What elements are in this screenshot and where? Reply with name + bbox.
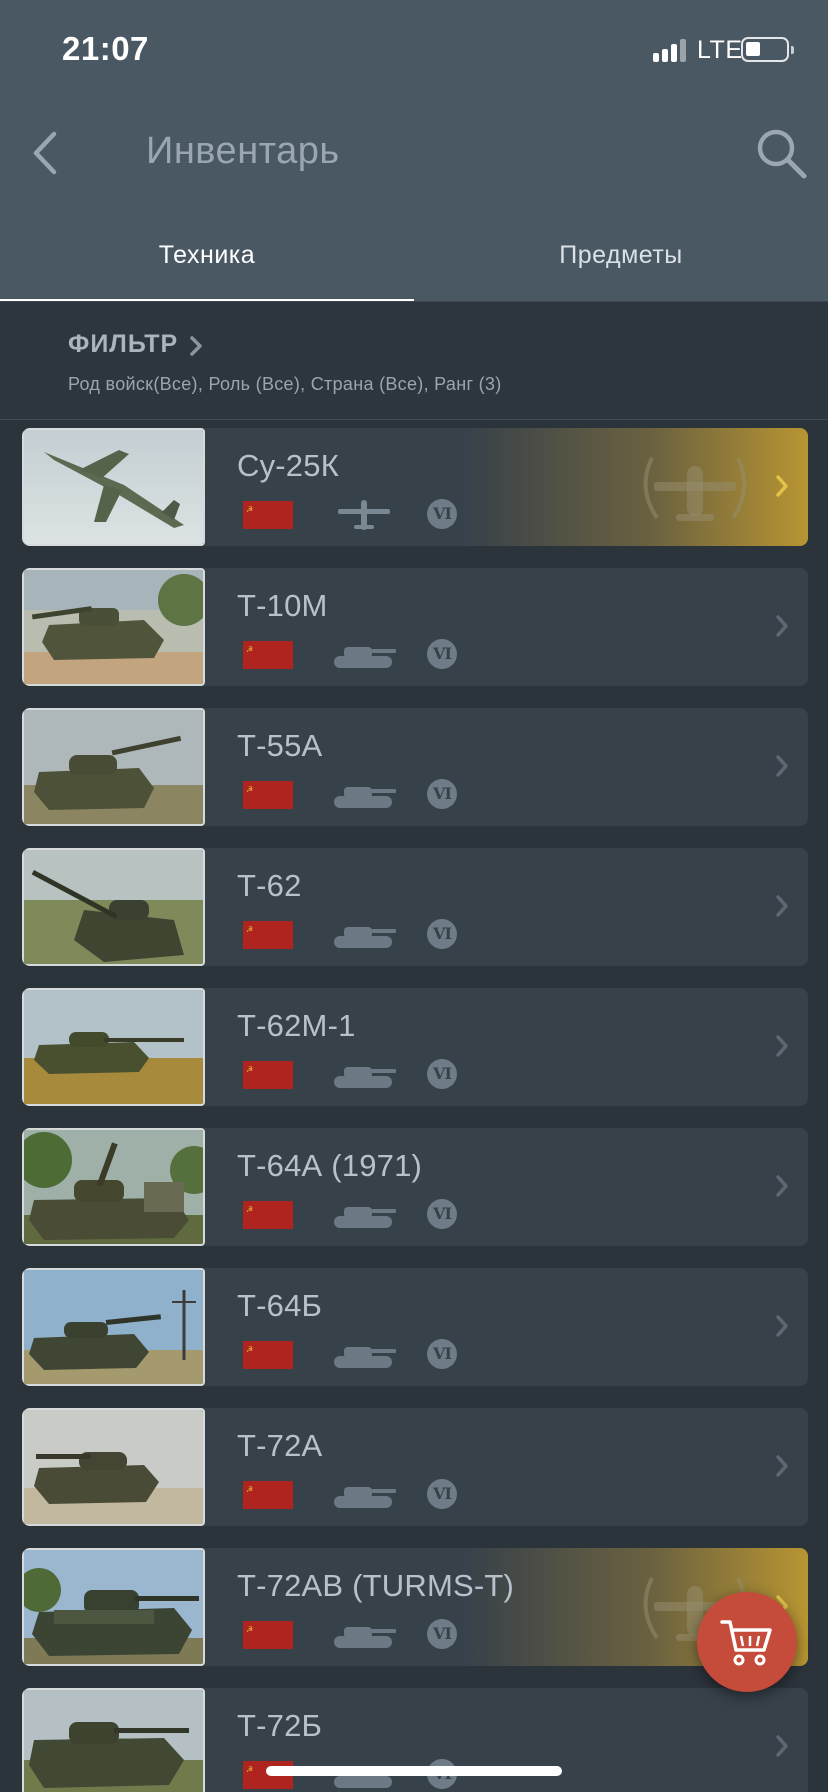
ussr-flag-icon: ☭ — [243, 921, 293, 949]
chevron-right-icon — [776, 755, 788, 777]
chevron-right-icon — [776, 1455, 788, 1477]
vehicle-thumbnail — [22, 1268, 205, 1386]
premium-laurel-icon — [643, 457, 747, 521]
tank-icon — [334, 927, 396, 948]
vehicle-name: Т-10М — [237, 588, 328, 623]
ussr-flag-icon: ☭ — [243, 1341, 293, 1369]
svg-text:☭: ☭ — [246, 1485, 253, 1494]
vehicle-card[interactable]: Т-64Б ☭ VI — [22, 1268, 808, 1386]
search-icon — [757, 129, 807, 179]
vehicle-card[interactable]: Т-72Б ☭ VI — [22, 1688, 808, 1792]
vehicle-name: Су-25К — [237, 448, 339, 483]
ussr-flag-icon: ☭ — [243, 1481, 293, 1509]
home-indicator — [266, 1766, 562, 1776]
cart-button[interactable] — [697, 1592, 797, 1692]
aircraft-icon — [338, 500, 390, 530]
tank-icon — [334, 1487, 396, 1508]
svg-text:☭: ☭ — [246, 1205, 253, 1214]
svg-text:☭: ☭ — [246, 785, 253, 794]
back-button[interactable] — [24, 124, 68, 182]
rank-badge: VI — [427, 1059, 457, 1089]
svg-text:☭: ☭ — [246, 1765, 253, 1774]
rank-badge: VI — [427, 499, 457, 529]
vehicle-thumbnail — [22, 568, 205, 686]
vehicle-thumbnail — [22, 708, 205, 826]
chevron-right-icon — [190, 336, 202, 356]
tank-icon — [334, 1207, 396, 1228]
vehicle-name: Т-72АВ (TURMS-T) — [237, 1568, 515, 1603]
vehicle-name: Т-72А — [237, 1428, 323, 1463]
vehicle-card[interactable]: Т-55А ☭ VI — [22, 708, 808, 826]
tank-icon — [334, 647, 396, 668]
signal-strength-icon — [653, 38, 687, 62]
svg-text:☭: ☭ — [246, 645, 253, 654]
vehicle-name: Т-64А (1971) — [237, 1148, 423, 1183]
chevron-right-icon — [776, 1175, 788, 1197]
vehicle-thumbnail — [22, 848, 205, 966]
filter-section[interactable]: ФИЛЬТР Род войск(Все), Роль (Все), Стран… — [0, 302, 828, 420]
filter-title: ФИЛЬТР — [68, 330, 179, 358]
vehicle-card[interactable]: Т-64А (1971) ☭ VI — [22, 1128, 808, 1246]
app-header: 21:07 LTE Инвентарь Техника Предметы — [0, 0, 828, 302]
rank-badge: VI — [427, 639, 457, 669]
chevron-right-icon — [776, 895, 788, 917]
tank-icon — [334, 1347, 396, 1368]
vehicle-thumbnail — [22, 1128, 205, 1246]
status-bar: 21:07 LTE — [0, 0, 828, 100]
shopping-cart-icon — [720, 1620, 772, 1666]
vehicle-list: Су-25К ☭ VI Т-10М ☭ VI Т-55А ☭ VI Т-62 ☭… — [0, 420, 828, 1792]
vehicle-card[interactable]: Т-62 ☭ VI — [22, 848, 808, 966]
chevron-right-icon — [776, 1315, 788, 1337]
ussr-flag-icon: ☭ — [243, 501, 293, 529]
svg-text:☭: ☭ — [246, 1625, 253, 1634]
chevron-right-icon — [776, 1735, 788, 1757]
chevron-right-icon — [776, 1035, 788, 1057]
vehicle-name: Т-62М-1 — [237, 1008, 356, 1043]
search-button[interactable] — [752, 124, 810, 182]
vehicle-thumbnail — [22, 1688, 205, 1792]
vehicle-name: Т-55А — [237, 728, 323, 763]
rank-badge: VI — [427, 779, 457, 809]
vehicle-name: Т-64Б — [237, 1288, 323, 1323]
ussr-flag-icon: ☭ — [243, 781, 293, 809]
svg-text:☭: ☭ — [246, 1345, 253, 1354]
vehicle-card[interactable]: Т-62М-1 ☭ VI — [22, 988, 808, 1106]
vehicle-thumbnail — [22, 988, 205, 1106]
vehicle-card[interactable]: Т-72А ☭ VI — [22, 1408, 808, 1526]
vehicle-thumbnail — [22, 1408, 205, 1526]
chevron-right-icon — [776, 615, 788, 637]
ussr-flag-icon: ☭ — [243, 1061, 293, 1089]
ussr-flag-icon: ☭ — [243, 641, 293, 669]
tab-vehicles[interactable]: Техника — [0, 220, 414, 300]
battery-icon — [741, 37, 794, 62]
tab-items[interactable]: Предметы — [414, 220, 828, 300]
vehicle-card[interactable]: Т-72АВ (TURMS-T) ☭ VI — [22, 1548, 808, 1666]
tank-icon — [334, 1067, 396, 1088]
svg-text:☭: ☭ — [246, 925, 253, 934]
rank-badge: VI — [427, 1199, 457, 1229]
tab-bar: Техника Предметы — [0, 220, 828, 302]
chevron-right-icon — [776, 475, 788, 497]
svg-text:☭: ☭ — [246, 505, 253, 514]
vehicle-thumbnail — [22, 428, 205, 546]
filter-summary: Род войск(Все), Роль (Все), Страна (Все)… — [68, 374, 502, 394]
ussr-flag-icon: ☭ — [243, 1621, 293, 1649]
chevron-left-icon — [33, 131, 57, 175]
vehicle-name: Т-72Б — [237, 1708, 323, 1743]
page-title: Инвентарь — [146, 130, 340, 172]
rank-badge: VI — [427, 1479, 457, 1509]
vehicle-name: Т-62 — [237, 868, 302, 903]
status-time: 21:07 — [62, 30, 149, 67]
vehicle-card[interactable]: Т-10М ☭ VI — [22, 568, 808, 686]
tank-icon — [334, 787, 396, 808]
rank-badge: VI — [427, 919, 457, 949]
vehicle-thumbnail — [22, 1548, 205, 1666]
vehicle-card[interactable]: Су-25К ☭ VI — [22, 428, 808, 546]
svg-text:☭: ☭ — [246, 1065, 253, 1074]
ussr-flag-icon: ☭ — [243, 1201, 293, 1229]
network-type: LTE — [697, 36, 743, 64]
rank-badge: VI — [427, 1619, 457, 1649]
rank-badge: VI — [427, 1339, 457, 1369]
tank-icon — [334, 1627, 396, 1648]
